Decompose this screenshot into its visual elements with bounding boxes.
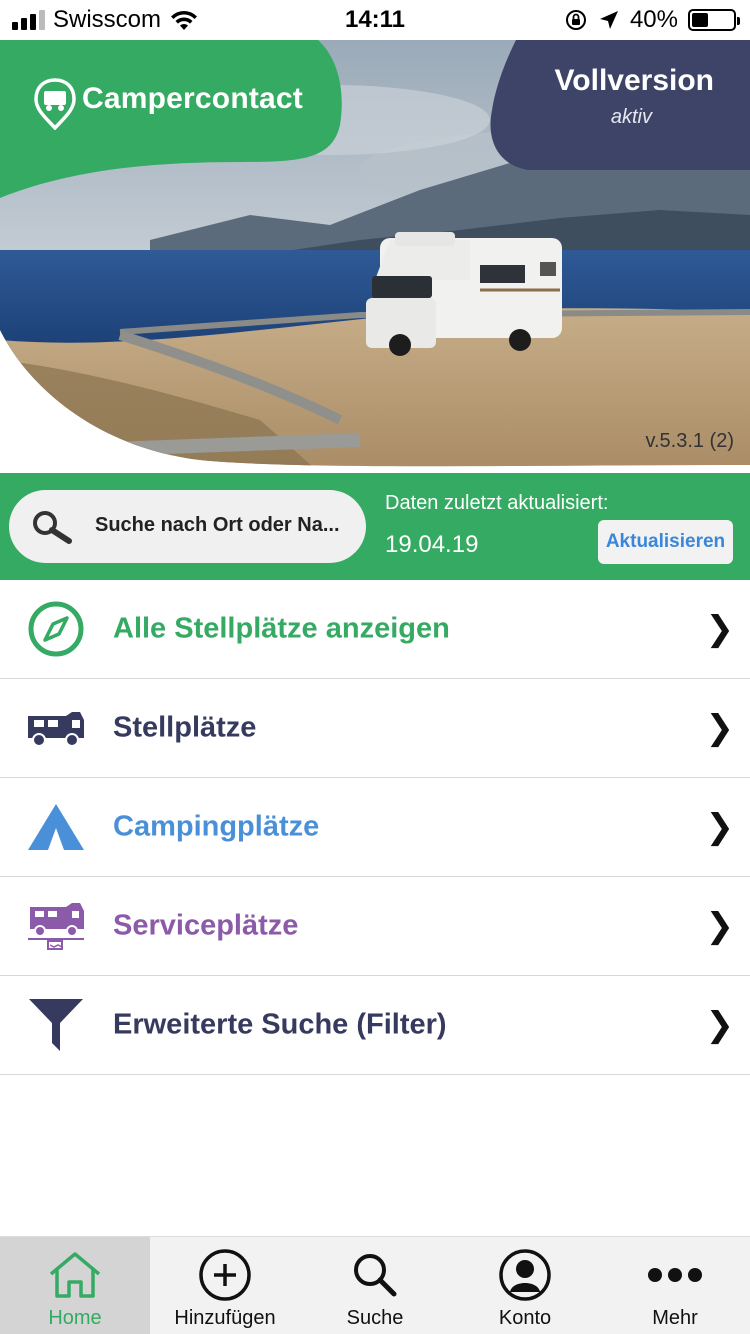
menu-item-campingplaetze[interactable]: Campingplätze ❯ xyxy=(0,778,750,877)
compass-icon xyxy=(26,599,86,659)
magnifier-icon xyxy=(33,511,72,544)
tent-icon xyxy=(26,797,86,857)
tab-label: Hinzufügen xyxy=(174,1307,276,1329)
last-updated-date: 19.04.19 xyxy=(385,531,479,558)
add-circle-icon xyxy=(198,1247,252,1303)
menu-label: Alle Stellplätze anzeigen xyxy=(113,612,450,645)
version-title: Vollversion xyxy=(554,64,715,97)
version-badge xyxy=(490,40,750,170)
tab-label: Mehr xyxy=(652,1307,698,1329)
update-button[interactable]: Aktualisieren xyxy=(598,520,733,564)
tab-add[interactable]: Hinzufügen xyxy=(150,1237,300,1334)
account-icon xyxy=(498,1247,552,1303)
tab-more[interactable]: Mehr xyxy=(600,1237,750,1334)
tab-search[interactable]: Suche xyxy=(300,1237,450,1334)
chevron-right-icon: ❯ xyxy=(705,808,735,846)
chevron-right-icon: ❯ xyxy=(705,907,735,945)
camper-icon xyxy=(26,698,86,758)
chevron-right-icon: ❯ xyxy=(705,709,735,747)
menu-label: Stellplätze xyxy=(113,711,257,744)
menu-item-serviceplaetze[interactable]: Serviceplätze ❯ xyxy=(0,877,750,976)
camper-photo xyxy=(366,232,562,356)
menu-label: Erweiterte Suche (Filter) xyxy=(113,1008,447,1041)
tab-label: Konto xyxy=(498,1307,552,1329)
tab-label: Suche xyxy=(346,1307,404,1329)
menu-item-stellplaetze[interactable]: Stellplätze ❯ xyxy=(0,679,750,778)
last-updated-label: Daten zuletzt aktualisiert: xyxy=(385,492,609,514)
service-camper-icon xyxy=(26,896,86,956)
category-menu: Alle Stellplätze anzeigen ❯ Stellplätze … xyxy=(0,580,750,1075)
tab-bar: Home Hinzufügen Suche Konto Mehr xyxy=(0,1236,750,1334)
hero-banner: Campercontact Vollversion aktiv v.5.3.1 … xyxy=(0,40,750,473)
orientation-lock-icon xyxy=(565,10,586,30)
tab-label: Home xyxy=(48,1307,102,1329)
more-icon xyxy=(645,1247,705,1303)
home-icon xyxy=(47,1247,103,1303)
menu-item-all-sites[interactable]: Alle Stellplätze anzeigen ❯ xyxy=(0,580,750,679)
search-placeholder: Suche nach Ort oder Na... xyxy=(95,514,340,536)
chevron-right-icon: ❯ xyxy=(705,610,735,648)
version-subtitle: aktiv xyxy=(610,106,652,128)
status-bar: Swisscom 14:11 40% xyxy=(0,0,750,40)
menu-item-advanced-search[interactable]: Erweiterte Suche (Filter) ❯ xyxy=(0,976,750,1075)
search-icon xyxy=(350,1247,400,1303)
logo-text: Campercontact xyxy=(82,82,303,115)
menu-label: Serviceplätze xyxy=(113,909,299,942)
tab-home[interactable]: Home xyxy=(0,1237,150,1334)
battery-percent: 40% xyxy=(629,6,678,33)
battery-icon xyxy=(688,9,740,31)
status-right: 40% xyxy=(564,6,740,34)
location-arrow-icon xyxy=(599,11,618,29)
campercontact-logo-icon xyxy=(34,78,76,130)
search-input[interactable]: Suche nach Ort oder Na... xyxy=(9,490,366,563)
chevron-right-icon: ❯ xyxy=(705,1006,735,1044)
menu-label: Campingplätze xyxy=(113,810,320,843)
filter-icon xyxy=(26,995,86,1055)
tab-account[interactable]: Konto xyxy=(450,1237,600,1334)
app-version-label: v.5.3.1 (2) xyxy=(645,430,734,452)
search-band: Suche nach Ort oder Na... Daten zuletzt … xyxy=(0,473,750,580)
